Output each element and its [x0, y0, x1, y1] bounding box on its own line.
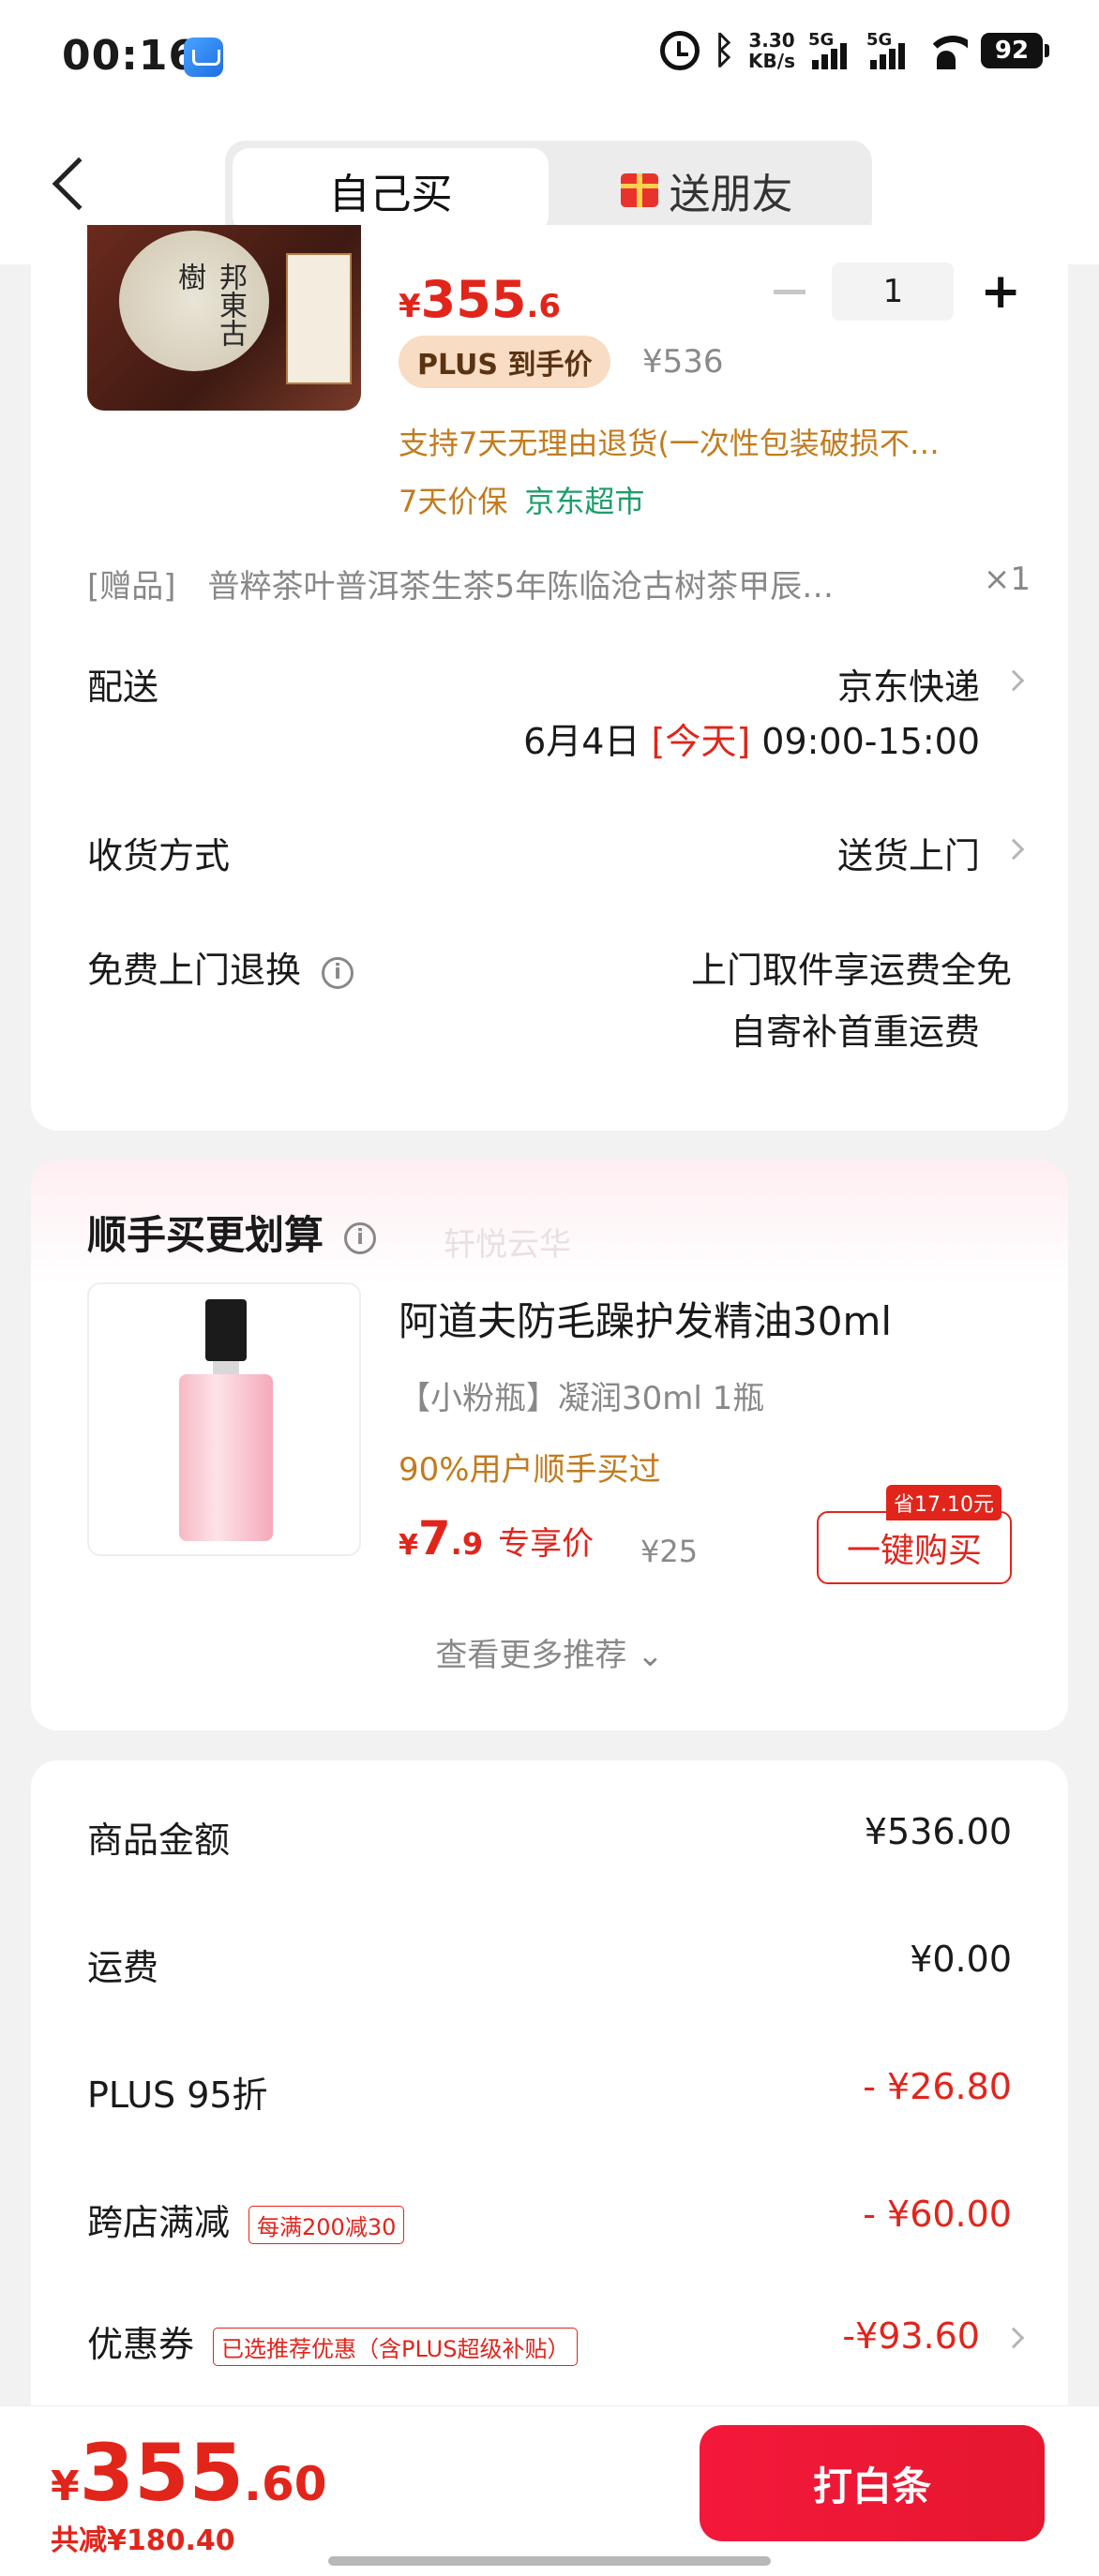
- cross-store-discount-label: 跨店满减 每满200减30: [87, 2194, 405, 2245]
- total-savings: 共减¥180.40: [51, 2524, 235, 2557]
- total-price: ¥355.60: [51, 2427, 327, 2519]
- goods-amount-value: ¥536.00: [864, 1811, 1012, 1852]
- see-more-recommendations[interactable]: 查看更多推荐 ⌄: [31, 1629, 1068, 1675]
- pay-with-baitiao-button[interactable]: 打白条: [700, 2425, 1045, 2541]
- recommended-product-spec: 【小粉瓶】凝润30ml 1瓶: [399, 1380, 765, 1417]
- gift-item[interactable]: [赠品] 普粹茶叶普洱茶生茶5年陈临沧古树茶甲辰… ×1: [87, 561, 1031, 607]
- return-policy[interactable]: 支持7天无理由退货(一次性包装破损不…: [399, 420, 940, 463]
- delivery-label: 配送: [87, 666, 159, 708]
- free-return-label: 免费上门退换 i: [87, 941, 354, 993]
- plus-discount-value: - ¥26.80: [863, 2066, 1012, 2107]
- recommendation-title: 顺手买更划算 i: [87, 1204, 377, 1261]
- free-return-line2: 自寄补首重运费: [730, 1011, 980, 1053]
- chevron-right-icon[interactable]: [1002, 838, 1025, 861]
- delivery-time[interactable]: 6月4日 [今天] 09:00-15:00: [523, 712, 980, 764]
- signal-label: 5G: [866, 30, 893, 50]
- order-item-card: 邦東古樹 ¥355.6 1 + PLUS 到手价 ¥536 支持7天无理由退货(…: [31, 225, 1068, 1131]
- gift-item-text: [赠品] 普粹茶叶普洱茶生茶5年陈临沧古树茶甲辰…: [87, 568, 835, 606]
- app-notification-icon: [184, 37, 223, 77]
- status-time: 00:16: [62, 32, 199, 80]
- receive-method-label: 收货方式: [87, 835, 231, 876]
- recommended-product-note: 90%用户顺手买过: [399, 1451, 661, 1489]
- quantity-input[interactable]: 1: [832, 262, 955, 321]
- cross-store-tag: 每满200减30: [248, 2206, 405, 2244]
- status-bar: 00:16 ᛒ 3.30 KB/s 5G 5G 92: [0, 0, 1099, 112]
- recommended-product-image[interactable]: [87, 1282, 361, 1556]
- info-icon[interactable]: i: [344, 1221, 377, 1254]
- original-price: ¥536: [642, 343, 724, 381]
- wifi-icon: [925, 32, 968, 69]
- cross-store-discount-value: - ¥60.00: [863, 2194, 1012, 2235]
- coupon-label[interactable]: 优惠券 已选推荐优惠（含PLUS超级补贴）: [87, 2315, 579, 2367]
- receive-method-value[interactable]: 送货上门: [837, 827, 980, 878]
- network-speed-unit: KB/s: [748, 50, 795, 72]
- network-speed-value: 3.30: [748, 29, 795, 52]
- info-icon[interactable]: i: [322, 956, 354, 989]
- service-tags: 7天价保 京东超市: [399, 478, 644, 521]
- watermark-text: 轩悦云华: [444, 1226, 571, 1264]
- recommended-product-original-price: ¥25: [640, 1534, 699, 1569]
- signal-label: 5G: [808, 30, 835, 50]
- tab-buy-for-self[interactable]: 自己买: [233, 148, 549, 232]
- bluetooth-icon: ᛒ: [713, 29, 736, 72]
- coupon-tag: 已选推荐优惠（含PLUS超级补贴）: [213, 2328, 579, 2366]
- gift-icon: [620, 173, 658, 207]
- plus-discount-label: PLUS 95折: [87, 2074, 268, 2116]
- price-protection: 7天价保: [399, 484, 508, 519]
- coupon-value[interactable]: -¥93.60: [842, 2315, 980, 2357]
- decrease-quantity-button[interactable]: [774, 289, 806, 294]
- product-image-text: 邦東古樹: [173, 262, 247, 347]
- quantity-stepper: 1 +: [774, 262, 1021, 321]
- goods-amount-label: 商品金额: [87, 1820, 231, 1861]
- alarm-icon: [660, 31, 700, 70]
- store-name: 京东超市: [524, 484, 645, 519]
- free-return-line1: 上门取件享运费全免: [690, 950, 1012, 991]
- checkout-bar: ¥355.60 共减¥180.40 打白条: [0, 2405, 1099, 2576]
- tab-send-to-friend[interactable]: 送朋友: [549, 148, 865, 232]
- recommendation-card: 顺手买更划算 i 轩悦云华 阿道夫防毛躁护发精油30ml 【小粉瓶】凝润30ml …: [31, 1161, 1068, 1730]
- delivery-carrier[interactable]: 京东快递: [837, 658, 980, 710]
- savings-badge: 省17.10元: [886, 1485, 1001, 1520]
- back-icon[interactable]: [52, 157, 106, 211]
- recommended-product-name[interactable]: 阿道夫防毛躁护发精油30ml: [399, 1290, 892, 1347]
- plus-price-badge: PLUS 到手价: [399, 336, 611, 388]
- gift-item-quantity: ×1: [983, 561, 1031, 598]
- signal-icon: 5G: [808, 30, 853, 71]
- network-speed: 3.30 KB/s: [748, 30, 795, 71]
- home-indicator[interactable]: [328, 2556, 771, 2566]
- battery-icon: 92: [981, 33, 1049, 68]
- signal-icon: 5G: [866, 30, 911, 71]
- shipping-label: 运费: [87, 1947, 159, 1988]
- chevron-right-icon[interactable]: [1002, 2327, 1025, 2349]
- one-click-buy-button[interactable]: 一键购买: [817, 1511, 1012, 1584]
- product-image[interactable]: 邦東古樹: [87, 225, 361, 411]
- tab-send-to-friend-label: 送朋友: [669, 171, 793, 218]
- shipping-value: ¥0.00: [910, 1939, 1012, 1980]
- recommended-product-price: ¥7.9 专享价: [399, 1511, 595, 1565]
- increase-quantity-button[interactable]: +: [980, 267, 1021, 316]
- status-icons: ᛒ 3.30 KB/s 5G 5G 92: [660, 29, 1049, 72]
- product-price: ¥355.6: [399, 270, 561, 329]
- chevron-right-icon[interactable]: [1002, 669, 1025, 692]
